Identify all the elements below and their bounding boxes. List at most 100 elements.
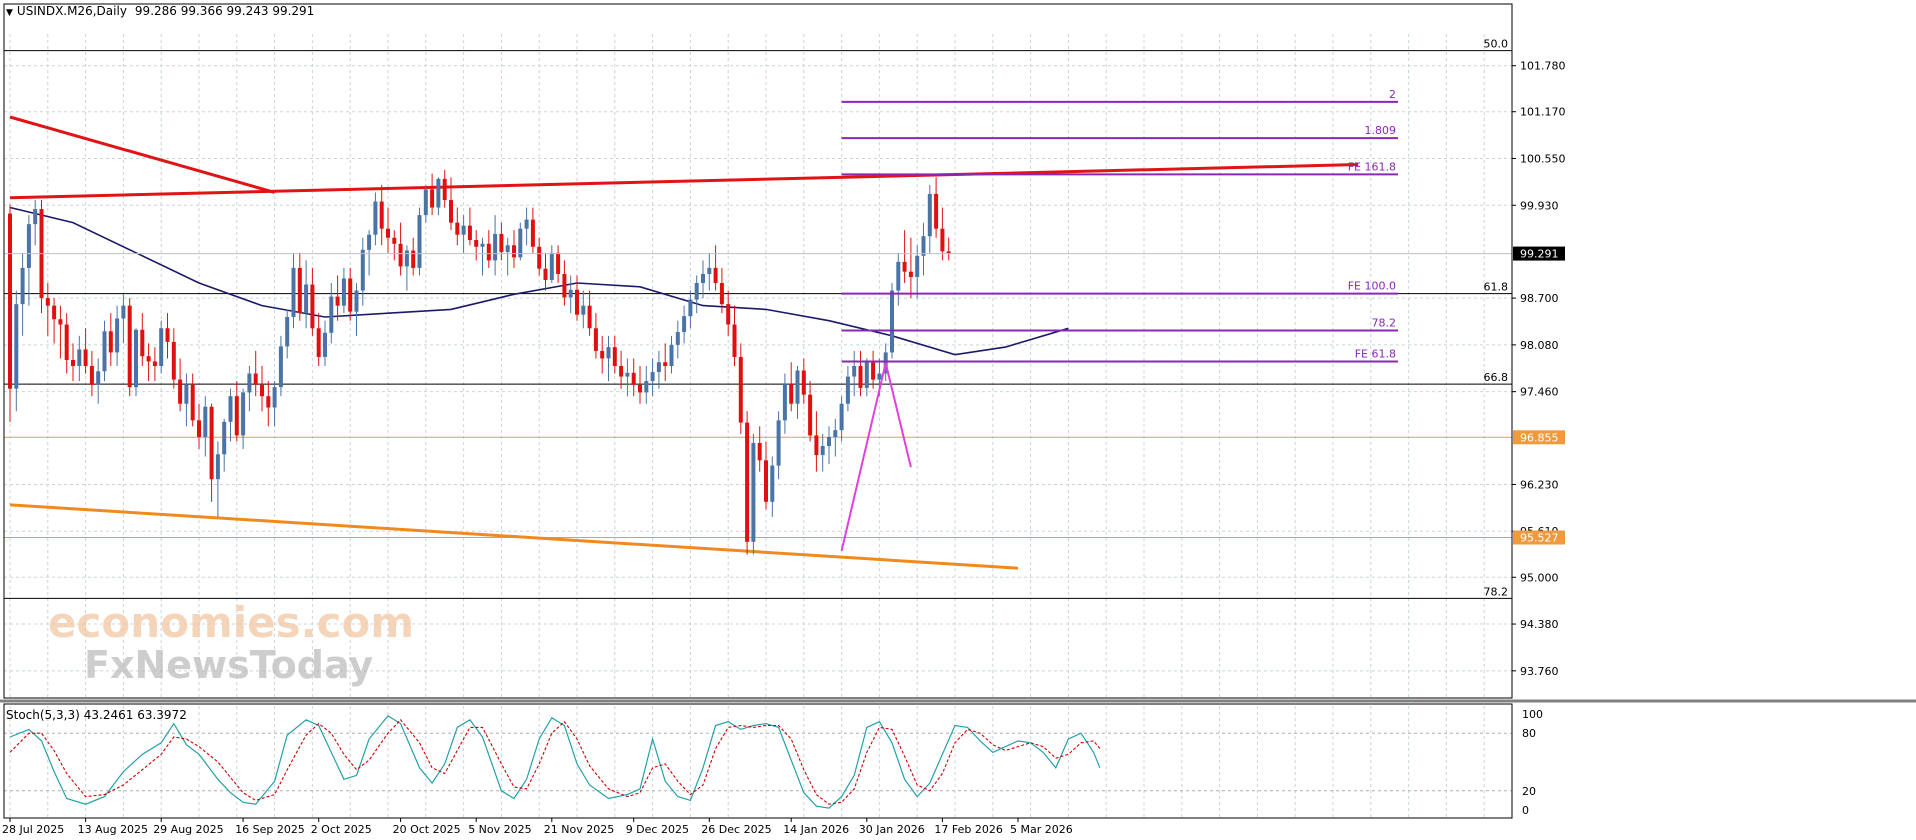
candle-body	[467, 225, 472, 240]
candle-body	[606, 347, 611, 359]
candle-body	[814, 435, 819, 456]
candle-body	[52, 305, 57, 320]
candle-body	[379, 201, 384, 229]
candle-body	[934, 193, 939, 229]
candle-body	[278, 346, 283, 388]
chart-header: ▼ USINDX.M26,Daily 99.286 99.366 99.243 99…	[6, 4, 314, 18]
candle-body	[272, 387, 277, 408]
candles	[8, 169, 951, 555]
candle-body	[745, 422, 750, 542]
candle-body	[820, 445, 825, 456]
candle-body	[795, 370, 800, 404]
candle-body	[266, 396, 271, 408]
candle-body	[404, 250, 409, 267]
candle-body	[386, 228, 390, 238]
price-tick-label: 97.460	[1520, 386, 1559, 399]
candle-body	[241, 392, 246, 436]
stochastic-panel: 100 80 20 0	[4, 708, 1543, 817]
candle-body	[316, 328, 321, 357]
candle-body	[890, 290, 894, 353]
watermark: economies.com FxNewsToday	[48, 598, 414, 687]
candle-body	[656, 362, 661, 373]
collapse-triangle-icon[interactable]: ▼	[6, 8, 13, 18]
price-chart[interactable]: economies.com FxNewsToday 50.0 61.8 66.8 78…	[0, 0, 1916, 840]
candle-body	[297, 267, 302, 314]
candle-body	[619, 366, 624, 377]
candle-body	[190, 384, 195, 421]
candle-body	[392, 237, 397, 244]
candle-body	[833, 430, 838, 437]
candle-body	[493, 233, 498, 261]
candle-body	[682, 316, 687, 333]
candle-body	[430, 189, 435, 208]
candle-body	[140, 329, 145, 357]
candle-body	[726, 304, 731, 325]
candle-body	[285, 316, 290, 347]
watermark-line1: economies.com	[48, 598, 414, 647]
candle-body	[146, 356, 151, 362]
candle-body	[398, 243, 403, 267]
ohlc-values: 99.286 99.366 99.243 99.291	[134, 4, 315, 18]
candle-body	[486, 243, 491, 261]
candle-body	[896, 261, 901, 291]
candle-body	[789, 384, 794, 404]
stoch-tick-label: 0	[1522, 804, 1529, 817]
candle-body	[171, 341, 176, 380]
candle-body	[26, 224, 31, 268]
candle-body	[310, 284, 315, 329]
candle-body	[864, 362, 869, 388]
candle-body	[871, 362, 876, 380]
candle-body	[209, 406, 214, 480]
price-tick-label: 94.380	[1520, 618, 1559, 631]
horizontal-levels: 50.0 61.8 66.8 78.2	[4, 38, 1512, 599]
candle-body	[505, 245, 510, 253]
candle-body	[518, 228, 523, 258]
candle-body	[852, 366, 857, 377]
current-price-label: 99.291	[1520, 248, 1559, 261]
candle-body	[474, 239, 479, 247]
fib-level-label: FE 161.8	[1348, 160, 1396, 173]
candle-body	[455, 222, 460, 235]
time-tick-label: 29 Aug 2025	[153, 823, 223, 836]
time-tick-label: 21 Nov 2025	[544, 823, 614, 836]
candle-body	[688, 299, 693, 317]
price-tick-label: 99.930	[1520, 199, 1559, 212]
candle-body	[234, 396, 239, 436]
candle-body	[543, 268, 548, 280]
candle-body	[58, 319, 63, 325]
candle-body	[713, 267, 718, 283]
candle-body	[549, 252, 554, 280]
candle-body	[228, 396, 233, 422]
candle-body	[373, 201, 378, 235]
candle-body	[877, 373, 882, 380]
time-tick-label: 9 Dec 2025	[626, 823, 689, 836]
stoch-tick-label: 20	[1522, 785, 1536, 798]
fib-level-label: FE 100.0	[1348, 280, 1396, 293]
candle-body	[461, 225, 466, 235]
stoch-signal-line	[9, 718, 1101, 805]
level-label: 50.0	[1484, 38, 1509, 51]
candle-body	[537, 246, 542, 269]
candle-body	[625, 372, 630, 377]
candle-body	[45, 298, 50, 306]
stoch-tick-label: 100	[1522, 708, 1543, 721]
candle-body	[83, 349, 88, 366]
candle-body	[71, 359, 75, 366]
candle-body	[20, 267, 25, 305]
candle-body	[669, 344, 674, 366]
candle-body	[556, 252, 561, 274]
candle-body	[663, 362, 668, 366]
candle-body	[675, 332, 680, 345]
candle-body	[348, 278, 353, 312]
time-tick-label: 28 Jul 2025	[2, 823, 64, 836]
level-label: 66.8	[1484, 371, 1509, 384]
candle-body	[367, 234, 372, 250]
price-tick-label: 101.170	[1520, 106, 1566, 119]
candle-body	[8, 213, 12, 389]
candle-body	[108, 331, 113, 353]
candle-body	[707, 267, 712, 274]
candle-body	[152, 361, 157, 366]
candle-body	[694, 283, 699, 300]
time-tick-label: 17 Feb 2026	[934, 823, 1002, 836]
price-tick-label: 100.550	[1520, 153, 1566, 166]
